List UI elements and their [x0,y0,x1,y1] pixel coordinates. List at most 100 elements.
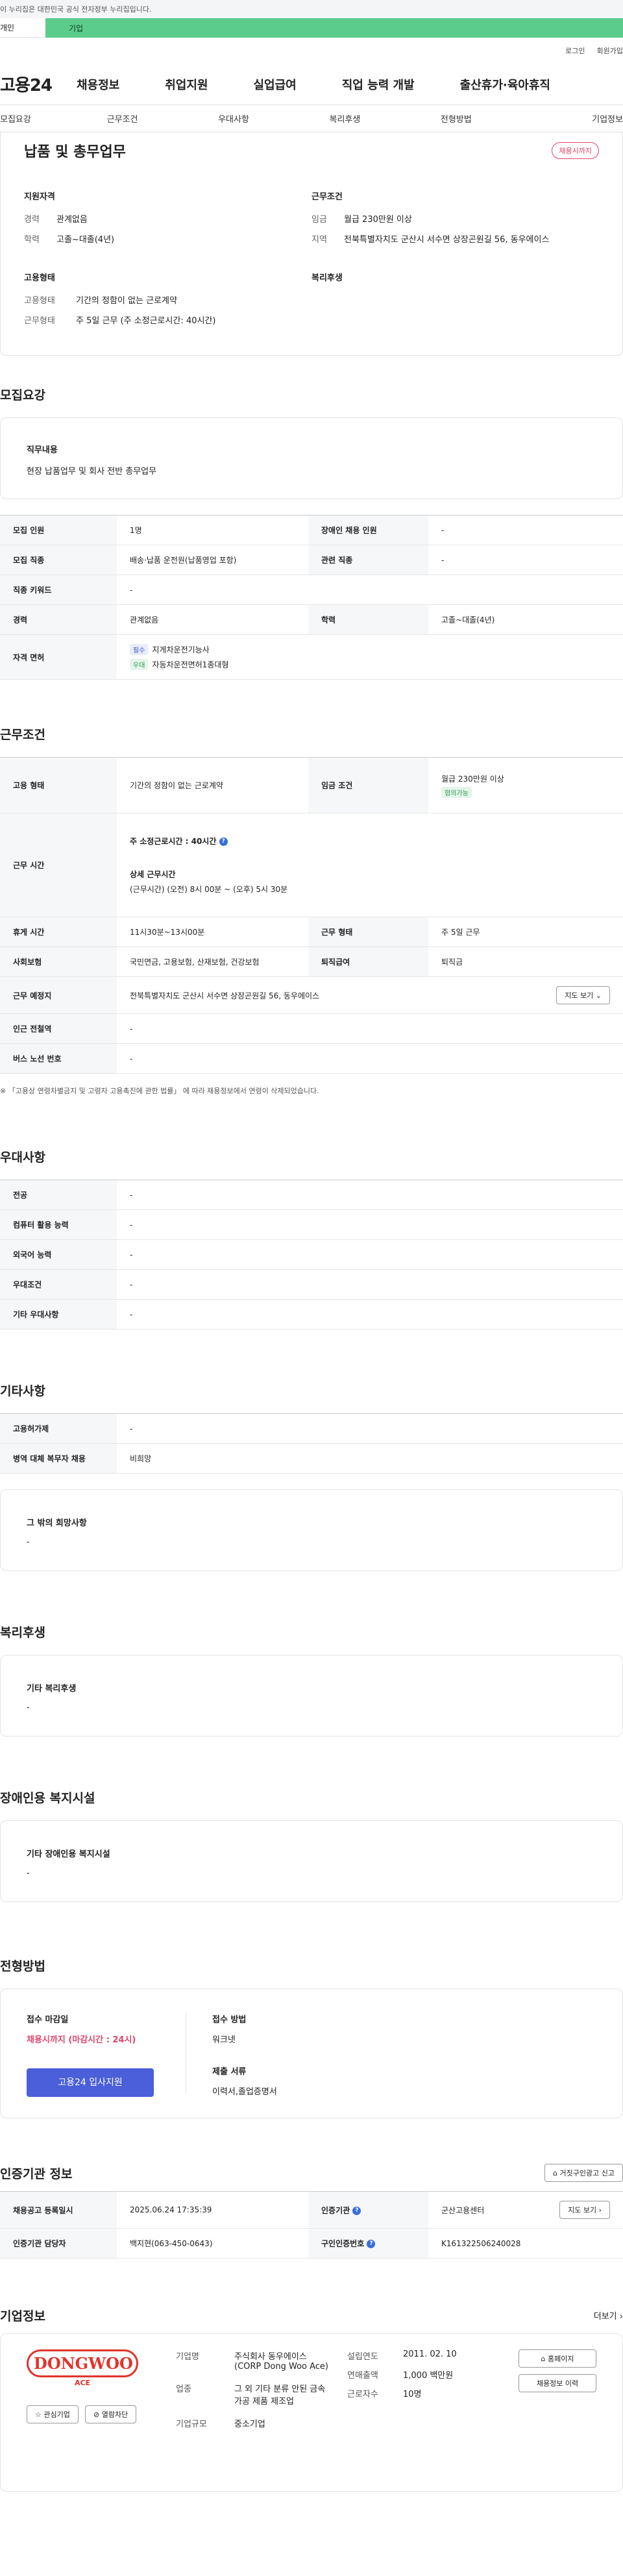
tab-work[interactable]: 근무조건 [67,112,178,125]
tab-company[interactable]: 기업정보 [512,112,623,125]
tab-process[interactable]: 전형방법 [400,112,511,125]
report-button[interactable]: ⌂ 거짓구인광고 신고 [544,2164,623,2182]
hours-detail: (근무시간) (오전) 8시 00분 ~ (오후) 5시 30분 [130,885,288,894]
sales-value: 1,000 백만원 [403,2371,454,2381]
info-icon[interactable]: ? [367,2240,376,2248]
disability-section-title: 장애인용 복지시설 [0,1791,95,1805]
subsidy-label: 고용허가제 [0,1413,117,1444]
deadline-value: 채용시까지 (마감시간 : 24시) [27,2035,136,2045]
staff-value: 10명 [403,2390,422,2399]
tab-recruit[interactable]: 모집요강 [0,112,67,125]
insurance-label: 사회보험 [0,947,117,977]
method-label: 접수 방법 [212,2015,247,2025]
pref-etc-label: 기타 우대사항 [0,1299,117,1330]
user-type-tabs: 개인 기업 [0,18,623,38]
more-link[interactable]: 더보기 › [594,2309,623,2322]
tab-pref[interactable]: 우대사항 [178,112,289,125]
worktype-row-label: 근무 형태 [308,917,428,947]
docs-value: 이력서,졸업증명서 [212,2087,277,2097]
table-row: 외국어 능력 - [0,1239,623,1270]
gnb-item-support[interactable]: 취업지원 [165,76,208,93]
emptype-value: 기간의 정함이 없는 근로계약 [76,296,177,306]
block-button[interactable]: ⊘ 열람차단 [85,2405,137,2423]
manager-value: 백지현(063-450-0643) [117,2228,308,2259]
bus-value: - [117,1043,623,1074]
staff-label: 근로자수 [347,2390,378,2399]
edu-row-label: 학력 [308,604,428,635]
other-wish-card: 그 밖의 희망사항 - [0,1489,623,1571]
job-value: 배송·납품 운전원(납품영업 포함) [117,545,308,575]
workplace-address: 전북특별자치도 군산시 서수면 상장곤원길 56, 동우에이스 [130,991,320,1000]
manager-label: 인증기관 담당자 [0,2228,117,2259]
table-row: 고용허가제 - [0,1413,623,1444]
keyword-value: - [117,575,623,605]
company-section-title: 기업정보 [0,2309,45,2323]
info-icon[interactable]: ? [352,2206,361,2215]
home-icon: ⌂ [541,2355,546,2363]
company-logo-sub: ACE [74,2379,91,2387]
wage-label: 임금 [312,215,327,225]
tab-company[interactable]: 기업 [45,18,623,38]
wage-row-label: 임금 조건 [308,757,428,813]
headcount-label: 모집 인원 [0,515,117,545]
table-row: 고용 형태 기간의 정함이 없는 근로계약 임금 조건 월급 230만원 이상 … [0,757,623,813]
headcount-value: 1명 [117,515,308,545]
info-icon[interactable]: ? [219,837,228,846]
homepage-button[interactable]: ⌂ 홈페이지 [519,2349,596,2368]
reg-value: 2025.06.24 17:35:39 [117,2191,308,2229]
history-button[interactable]: 채용정보 이력 [519,2374,596,2392]
gnb-item-leave[interactable]: 출산휴가·육아휴직 [460,76,550,93]
home-alert-icon: ⌂ [553,2169,558,2177]
apply-button[interactable]: 고용24 입사지원 [27,2068,154,2097]
industry-label: 업종 [176,2384,191,2394]
global-nav: 고용24 채용정보 취업지원 실업급여 직업 능력 개발 출산휴가·육아휴직 [0,64,623,105]
license-1: 지게차운전기능사 [152,645,210,654]
area-label: 지역 [312,235,327,245]
section-tabs: 모집요강 근무조건 우대사항 복리후생 전형방법 기업정보 [0,105,623,132]
pref-etc-value: - [117,1299,623,1330]
tab-personal[interactable]: 개인 [0,18,45,38]
disability-card: 기타 장애인용 복지시설 - [0,1820,623,1902]
retirement-label: 퇴직급여 [308,947,428,977]
table-row: 병역 대체 복무자 채용 비희망 [0,1443,623,1474]
license-2: 자동차운전면허1종대형 [152,660,229,669]
recruit-table: 모집 인원 1명 장애인 채용 인원 - 모집 직종 배송·납품 운전원(납품영… [0,515,623,680]
insurance-value: 국민연금, 고용보험, 산재보험, 건강보험 [117,947,308,977]
tab-welfare[interactable]: 복리후생 [289,112,400,125]
map-button[interactable]: 지도 보기 ⌄ [556,986,610,1004]
company-name-label: 기업명 [176,2352,199,2362]
duty-label: 직무내용 [27,445,58,455]
etc-table: 고용허가제 - 병역 대체 복무자 채용 비희망 [0,1413,623,1474]
table-row: 직종 키워드 - [0,575,623,605]
pref-cond-label: 우대조건 [0,1269,117,1300]
work-table: 고용 형태 기간의 정함이 없는 근로계약 임금 조건 월급 230만원 이상 … [0,757,623,1074]
company-card: DONGWOO ACE ☆ 관심기업 ⊘ 열람차단 기업명 주식회사 동우에이스 … [0,2333,623,2492]
career-row-value: 관계없음 [117,604,308,635]
required-tag: 필수 [130,644,149,655]
break-label: 휴게 시간 [0,917,117,947]
hours-label: 근무 시간 [0,813,117,917]
site-logo[interactable]: 고용24 [0,72,77,96]
wage-value: 월급 230만원 이상 [344,215,412,225]
work-heading: 근무조건 [312,192,343,202]
org-value: 군산고용센터 지도 보기 › [428,2191,623,2229]
gnb-item-jobs[interactable]: 채용정보 [77,76,119,93]
welfare-heading: 복리후생 [312,273,343,283]
major-value: - [117,1180,623,1210]
login-link[interactable]: 로그인 [565,45,585,56]
career-value: 관계없음 [56,215,88,225]
computer-value: - [117,1209,623,1240]
join-link[interactable]: 회원가입 [597,45,623,56]
org-map-button[interactable]: 지도 보기 › [559,2201,610,2219]
station-label: 인근 전철역 [0,1013,117,1044]
favorite-button[interactable]: ☆ 관심기업 [27,2405,79,2423]
hours-detail-label: 상세 근무시간 [130,870,176,879]
gnb-item-benefit[interactable]: 실업급여 [254,76,297,93]
disability-label: 기타 장애인용 복지시설 [27,1850,110,1859]
career-row-label: 경력 [0,604,117,635]
job-title: 납품 및 총무업무 [24,144,126,160]
gnb-item-training[interactable]: 직업 능력 개발 [342,76,415,93]
process-section-title: 전형방법 [0,1959,45,1974]
worktype-row-value: 주 5일 근무 [428,917,623,947]
disability-value: - [27,1868,30,1878]
